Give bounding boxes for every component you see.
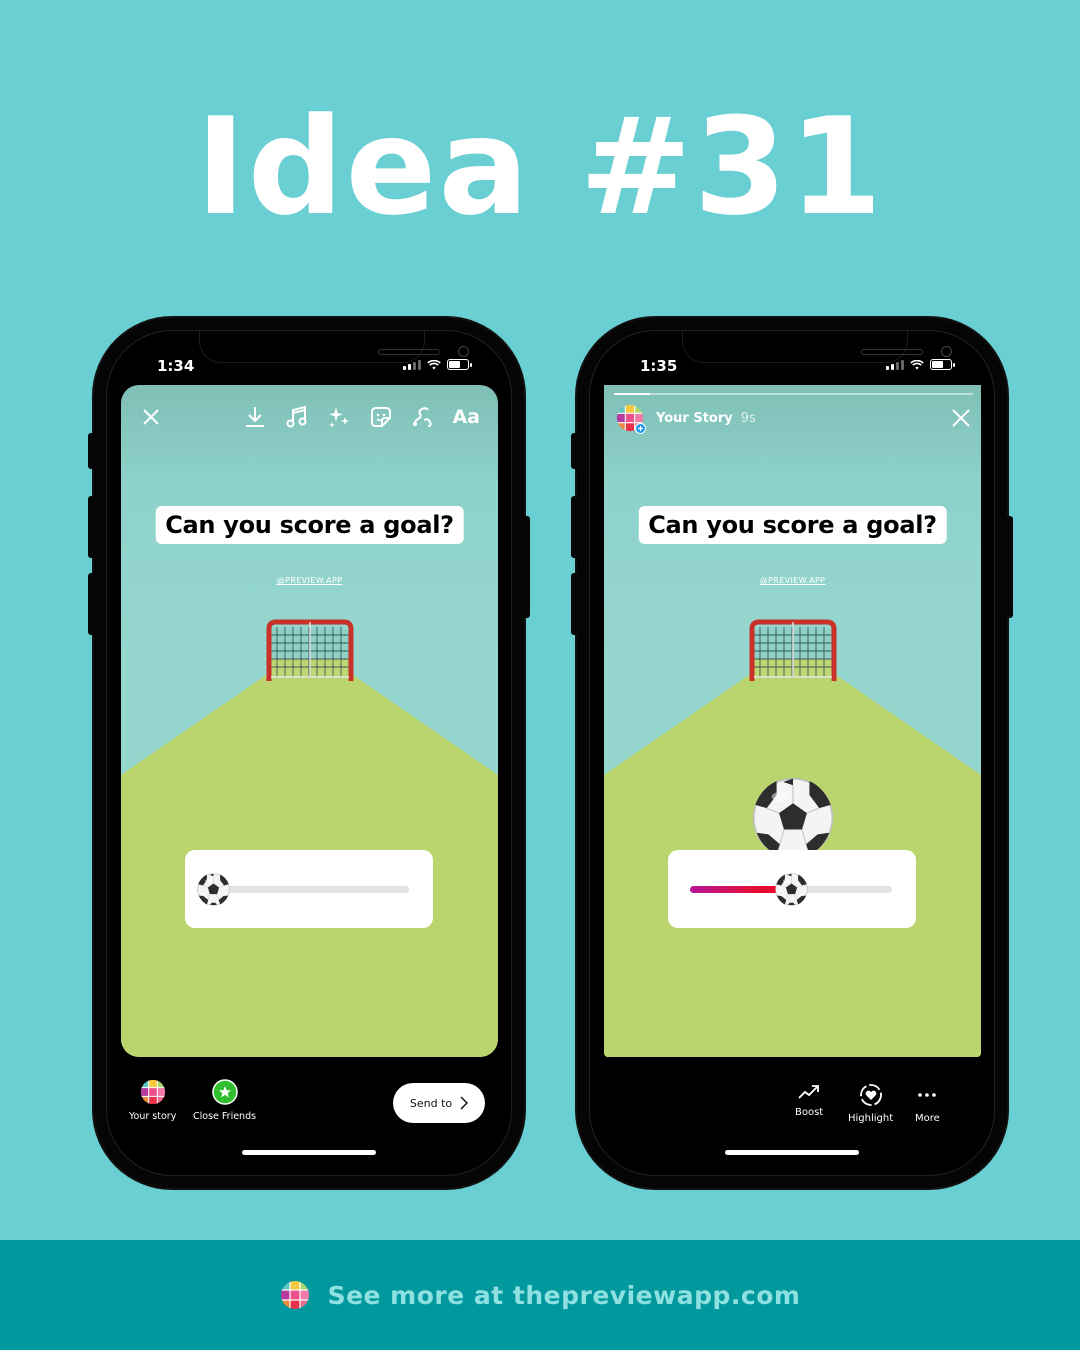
- draw-icon[interactable]: [410, 404, 436, 430]
- speaker: [378, 349, 440, 355]
- status-time: 1:34: [157, 357, 195, 375]
- boost-button[interactable]: Boost: [795, 1083, 823, 1118]
- status-icons: [886, 359, 955, 370]
- chevron-right-icon: [460, 1096, 469, 1110]
- field-background: [121, 385, 498, 1057]
- power-button: [1005, 516, 1013, 618]
- effects-sparkle-icon[interactable]: [326, 404, 352, 430]
- speaker: [861, 349, 923, 355]
- front-camera: [941, 346, 952, 357]
- emoji-slider-sticker[interactable]: [668, 850, 916, 928]
- close-friends-star-icon: [211, 1079, 238, 1105]
- question-sticker[interactable]: Can you score a goal?: [155, 506, 464, 544]
- boost-icon: [798, 1085, 820, 1099]
- headline: Idea #31: [195, 89, 885, 245]
- editor-tools: Aa: [242, 404, 480, 430]
- watermark-mention[interactable]: @PREVIEW.APP: [121, 576, 498, 585]
- story-avatar[interactable]: [616, 404, 646, 434]
- your-story-button[interactable]: Your story: [129, 1079, 176, 1122]
- story-progress-bar: [614, 393, 973, 395]
- preview-app-logo-icon: [280, 1280, 310, 1310]
- more-button[interactable]: More: [915, 1083, 940, 1124]
- power-button: [522, 516, 530, 618]
- field-background: [604, 385, 981, 1057]
- story-actions-bar: Boost Highlight More: [590, 1067, 994, 1127]
- volume-down-button: [88, 573, 96, 635]
- close-friends-button[interactable]: Close Friends: [193, 1079, 256, 1122]
- goal-net-icon: [746, 619, 840, 685]
- battery-icon: [447, 359, 472, 370]
- front-camera: [458, 346, 469, 357]
- phone-screen: 1:34 Aa Can you score a goal? @PREVIEW.A…: [106, 330, 512, 1176]
- highlight-label: Highlight: [848, 1113, 894, 1124]
- signal-icon: [886, 359, 904, 370]
- question-sticker[interactable]: Can you score a goal?: [638, 506, 947, 544]
- highlight-icon: [859, 1084, 882, 1106]
- soccer-ball-thumb-icon[interactable]: [775, 873, 808, 906]
- story-header: Your Story 9s: [616, 403, 971, 434]
- story-canvas: Aa Can you score a goal? @PREVIEW.APP: [121, 385, 498, 1057]
- home-indicator[interactable]: [242, 1150, 376, 1155]
- story-timestamp: 9s: [740, 410, 756, 426]
- highlight-button[interactable]: Highlight: [848, 1083, 893, 1124]
- slider-track[interactable]: [207, 886, 409, 893]
- footer-banner: See more at thepreviewapp.com: [0, 1240, 1080, 1350]
- story-canvas: Your Story 9s Can you score a goal? @PRE…: [604, 385, 981, 1057]
- status-icons: [403, 359, 472, 370]
- close-friends-label: Close Friends: [193, 1111, 257, 1122]
- send-to-button[interactable]: Send to: [393, 1083, 485, 1123]
- soccer-ball-thumb-icon[interactable]: [197, 873, 230, 906]
- mute-switch: [88, 433, 96, 469]
- add-plus-badge-icon: [635, 423, 646, 434]
- download-icon[interactable]: [242, 404, 268, 430]
- text-tool-button[interactable]: Aa: [452, 406, 480, 428]
- goal-net-icon: [263, 619, 357, 685]
- send-to-label: Send to: [409, 1096, 453, 1110]
- volume-down-button: [571, 573, 579, 635]
- slider-track[interactable]: [690, 886, 892, 893]
- phone-screen: 1:35 Your Story 9s Can you score a goal?…: [589, 330, 995, 1176]
- soccer-ball-animation-icon: [752, 777, 834, 859]
- signal-icon: [403, 359, 421, 370]
- close-icon[interactable]: [951, 408, 971, 428]
- volume-up-button: [571, 496, 579, 558]
- more-icon: [918, 1093, 937, 1097]
- boost-label: Boost: [795, 1107, 824, 1118]
- phone-right-viewer: 1:35 Your Story 9s Can you score a goal?…: [571, 318, 1013, 1188]
- editor-toolbar: Aa: [141, 403, 480, 431]
- home-indicator[interactable]: [725, 1150, 859, 1155]
- watermark-mention[interactable]: @PREVIEW.APP: [604, 576, 981, 585]
- mute-switch: [571, 433, 579, 469]
- story-account-name[interactable]: Your Story: [656, 411, 733, 426]
- emoji-slider-sticker[interactable]: [185, 850, 433, 928]
- notch: [199, 331, 469, 363]
- close-icon[interactable]: [141, 407, 161, 427]
- sticker-icon[interactable]: [368, 404, 394, 430]
- music-icon[interactable]: [284, 404, 310, 430]
- your-story-label: Your story: [129, 1111, 177, 1122]
- phone-left-editor: 1:34 Aa Can you score a goal? @PREVIEW.A…: [88, 318, 530, 1188]
- volume-up-button: [88, 496, 96, 558]
- battery-icon: [930, 359, 955, 370]
- footer-link[interactable]: See more at thepreviewapp.com: [328, 1281, 801, 1310]
- status-time: 1:35: [640, 357, 678, 375]
- story-progress-fill: [614, 393, 650, 395]
- wifi-icon: [910, 359, 924, 369]
- notch: [682, 331, 952, 363]
- share-bar: Your story Close Friends Send to: [107, 1067, 511, 1127]
- more-label: More: [915, 1113, 940, 1124]
- wifi-icon: [427, 359, 441, 369]
- your-story-avatar-icon: [140, 1079, 166, 1105]
